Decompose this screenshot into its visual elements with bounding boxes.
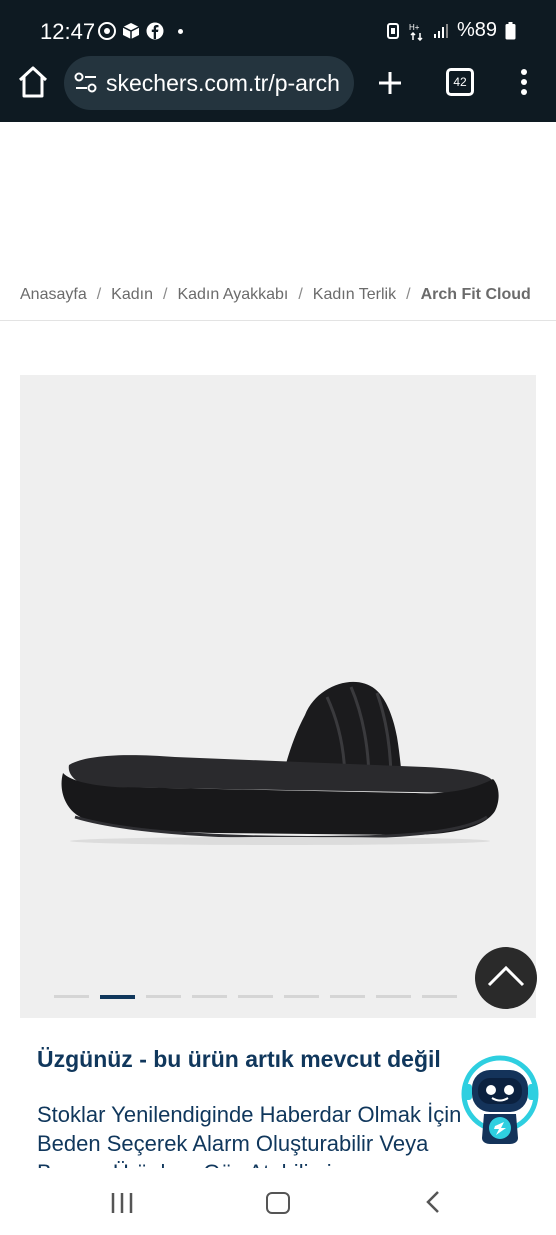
- gallery-dot[interactable]: [376, 995, 411, 998]
- tab-switcher-button[interactable]: 42: [446, 68, 474, 96]
- box-icon: [122, 23, 140, 39]
- signal-icon: [433, 23, 448, 38]
- system-status: H+ %89: [385, 19, 516, 42]
- product-unavailable-title: Üzgünüz - bu ürün artık mevcut değil: [37, 1046, 441, 1072]
- more-notifications-dot: [178, 28, 183, 34]
- gallery-dot[interactable]: [238, 995, 273, 998]
- back-icon[interactable]: [424, 1190, 442, 1214]
- scroll-to-top-button[interactable]: [475, 947, 537, 1009]
- gallery-dot[interactable]: [330, 995, 365, 998]
- svg-text:H+: H+: [409, 23, 420, 32]
- browser-toolbar: skechers.com.tr/p-arch 42: [0, 50, 556, 122]
- gallery-dot[interactable]: [192, 995, 227, 998]
- chatbot-icon[interactable]: [458, 1052, 542, 1148]
- chevron-up-icon: [487, 965, 525, 987]
- notification-icons: [98, 22, 183, 40]
- breadcrumb-separator: /: [96, 286, 102, 303]
- facebook-icon: [146, 22, 164, 40]
- gallery-dot[interactable]: [422, 995, 457, 998]
- status-time: 12:47: [40, 19, 96, 44]
- address-bar[interactable]: skechers.com.tr/p-arch: [64, 56, 354, 110]
- vibrate-icon: [386, 22, 399, 39]
- gallery-dot[interactable]: [284, 995, 319, 998]
- product-image-gallery[interactable]: [20, 375, 536, 1018]
- data-icon: H+: [409, 23, 423, 41]
- new-tab-icon[interactable]: [374, 67, 406, 99]
- breadcrumb-item-kadin[interactable]: Kadın: [111, 286, 153, 303]
- breadcrumb-item-kadin-ayakkabi[interactable]: Kadın Ayakkabı: [177, 286, 288, 303]
- breadcrumb-item-anasayfa[interactable]: Anasayfa: [20, 286, 87, 303]
- gallery-pagination: [54, 995, 457, 999]
- home-icon[interactable]: [16, 64, 50, 100]
- battery-icon: [505, 21, 516, 39]
- breadcrumb-separator: /: [298, 286, 303, 303]
- url-text: skechers.com.tr/p-arch: [106, 70, 340, 96]
- breadcrumb: Anasayfa / Kadın / Kadın Ayakkabı / Kadın Terl…: [20, 286, 531, 304]
- restock-alert-description: Stoklar Yenilendiginde Haberdar Olmak İç…: [37, 1102, 462, 1170]
- breadcrumb-separator: /: [162, 286, 168, 303]
- gallery-dot[interactable]: [146, 995, 181, 998]
- chrome-icon: [98, 22, 116, 40]
- breadcrumb-current: Arch Fit Cloud: [420, 286, 531, 303]
- gallery-dot-active[interactable]: [100, 995, 135, 999]
- product-image-slide-sandal: [61, 681, 499, 845]
- site-settings-icon[interactable]: [74, 72, 98, 94]
- breadcrumb-item-kadin-terlik[interactable]: Kadın Terlik: [313, 286, 396, 303]
- breadcrumb-separator: /: [406, 286, 411, 303]
- system-navigation-bar: [0, 1168, 556, 1235]
- battery-percent: %89: [456, 19, 497, 41]
- nav-home-icon[interactable]: [266, 1192, 290, 1214]
- tab-count: 42: [453, 75, 467, 89]
- breadcrumb-divider: [0, 320, 556, 321]
- gallery-dot[interactable]: [54, 995, 89, 998]
- recent-apps-icon[interactable]: [110, 1192, 134, 1214]
- more-menu-icon[interactable]: [514, 66, 534, 100]
- status-bar: 12:47 H+ %89: [0, 0, 556, 50]
